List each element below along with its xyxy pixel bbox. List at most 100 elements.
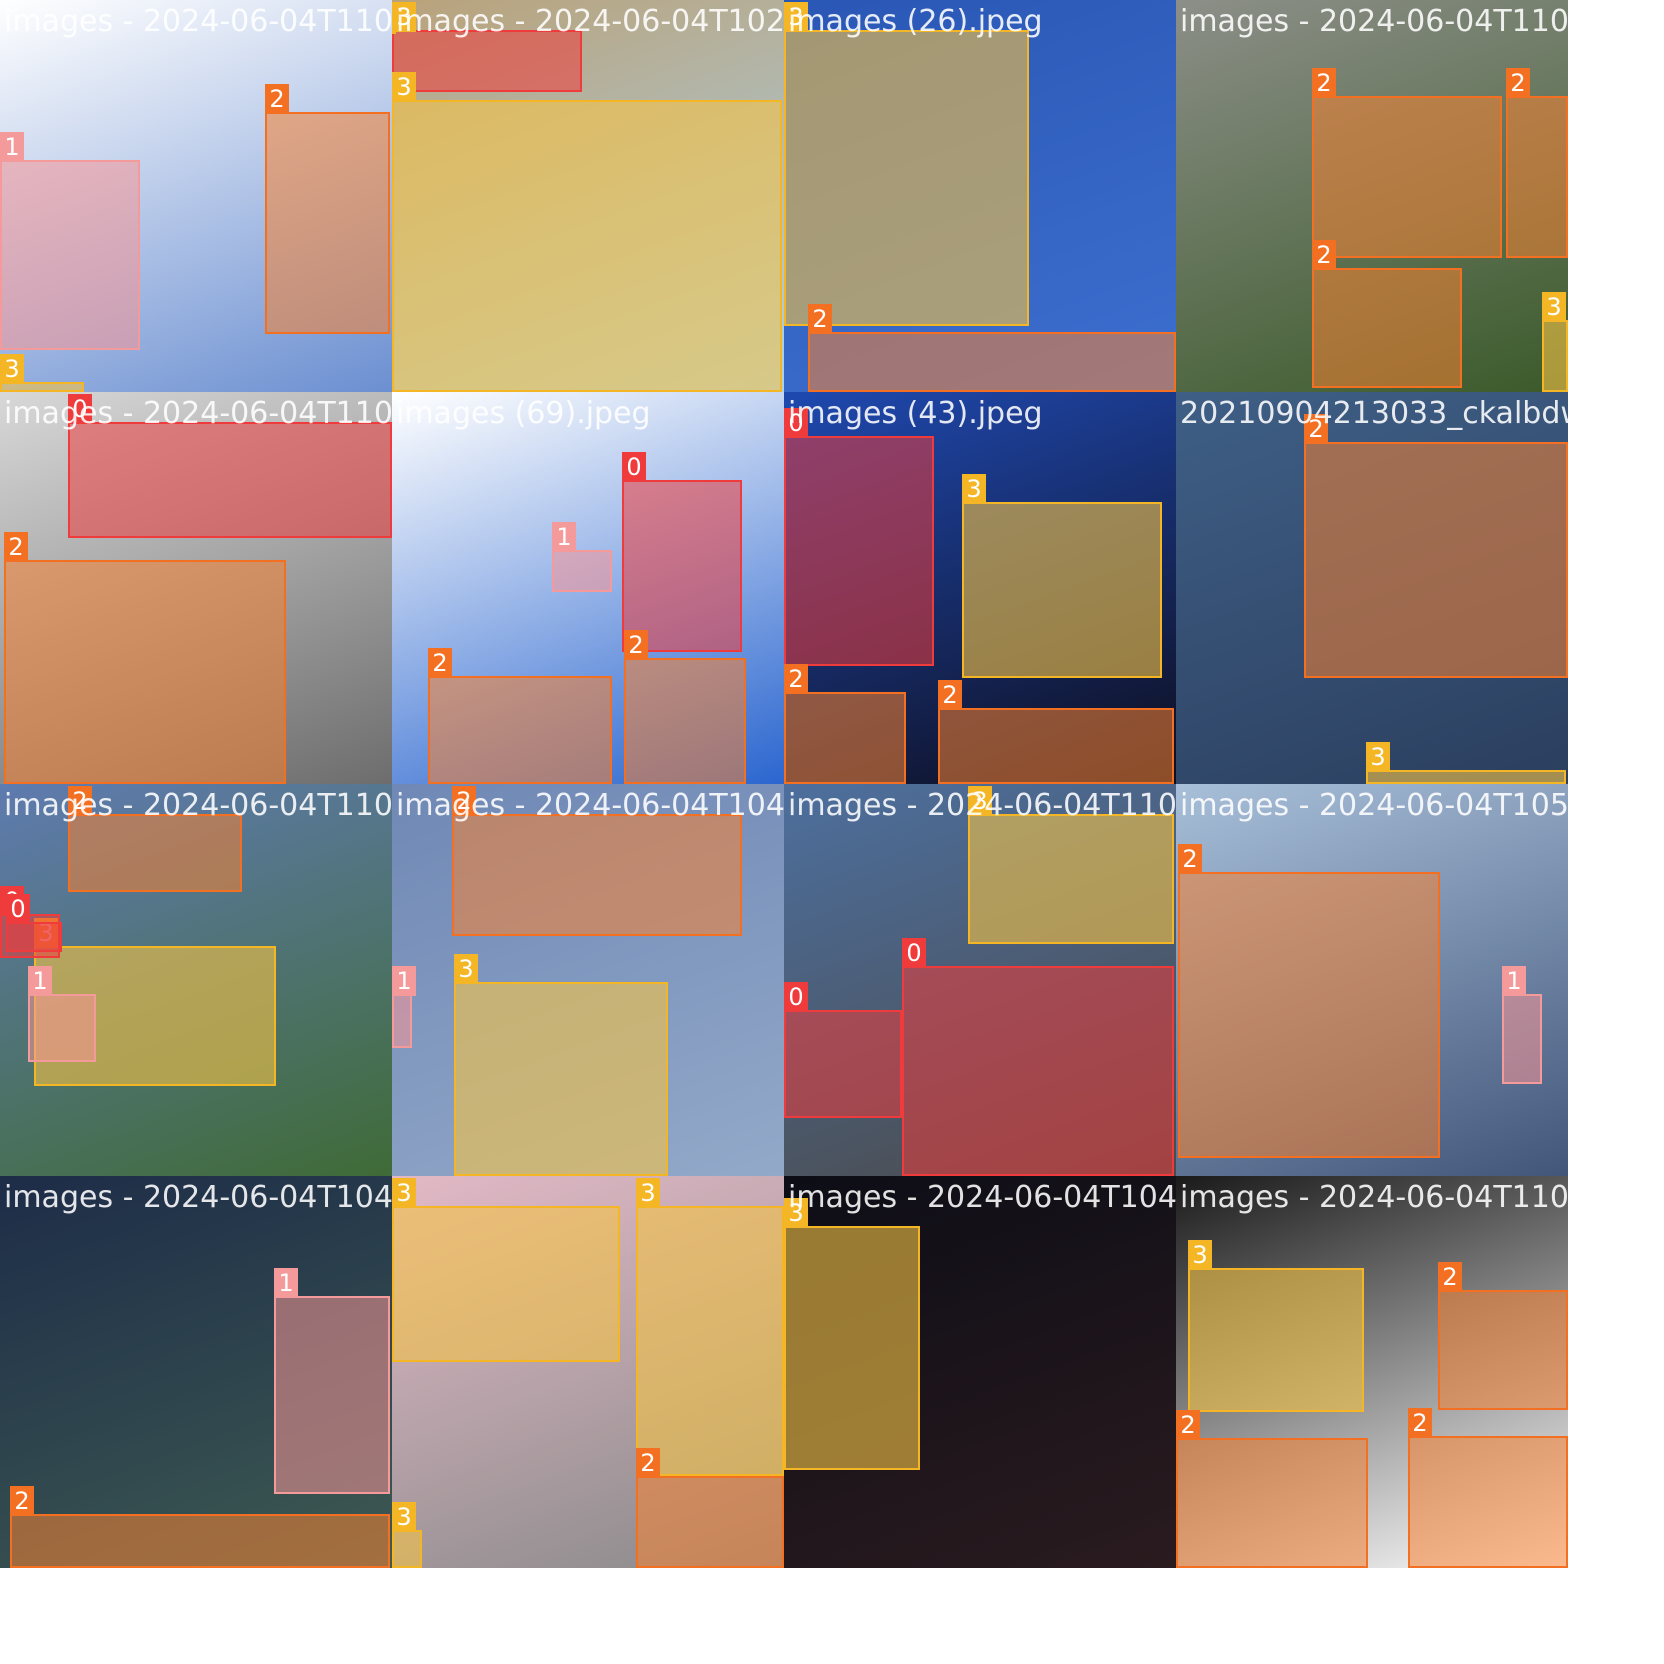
detection-box: 0 <box>622 452 742 652</box>
class-label: 3 <box>636 1178 660 1208</box>
mosaic-grid: images - 2024-06-04T110141232images - 20… <box>0 0 1664 1664</box>
mosaic-tile: images - 2024-06-04T10415 2 3 1 <box>392 784 784 1176</box>
class-label: 2 <box>1312 240 1336 270</box>
detection-box: 2 <box>265 84 390 334</box>
detection-box: 0 <box>902 938 1174 1176</box>
detection-box: 3 <box>454 954 668 1176</box>
class-label: 0 <box>902 938 926 968</box>
class-label: 2 <box>1176 1410 1200 1440</box>
detection-box: 2 <box>10 1486 390 1568</box>
class-label: 2 <box>1438 1262 1462 1292</box>
mosaic-tile: images - 2024-06-04T1101422232 <box>1176 0 1568 392</box>
class-label: 3 <box>0 354 24 384</box>
class-label: 3 <box>1542 292 1566 322</box>
mosaic-tile: images - 2024-06-04T11014 6.314.jpeg300 <box>784 784 1176 1176</box>
mosaic-tile: images - 2024-06-04T10415 4.729.jpeg3 <box>784 1176 1176 1568</box>
detection-box: 2 <box>624 630 746 784</box>
mosaic-tile: images - 2024-06-04T110141232 <box>0 0 392 392</box>
class-label: 2 <box>636 1448 660 1478</box>
mosaic-tile: images - 2024-06-04T10503 2 1 <box>1176 784 1568 1176</box>
class-label: 2 <box>938 680 962 710</box>
class-label: 0 <box>622 452 646 482</box>
detection-box: 2 <box>68 786 242 892</box>
detection-box: 3 <box>1366 742 1566 784</box>
class-label: 2 <box>1304 414 1328 444</box>
mosaic-tile: images - 2024-06-04T10211 (5).jpeg033 <box>392 0 784 392</box>
detection-box: 3 <box>392 1178 620 1362</box>
class-label: 1 <box>0 132 24 162</box>
detection-box: 1 <box>0 132 140 350</box>
class-label: 2 <box>1178 844 1202 874</box>
class-label: 3 <box>392 72 416 102</box>
detection-box: 2 <box>1304 414 1568 678</box>
detection-box: 1 <box>392 966 416 1048</box>
detection-box: 3 <box>1188 1240 1364 1412</box>
detection-box: 2 <box>1438 1262 1568 1410</box>
class-label: 0 <box>784 982 808 1012</box>
class-label: 2 <box>1408 1408 1432 1438</box>
mosaic-tile: 20210904213033_ckalbdwh 2 3 <box>1176 392 1568 784</box>
class-label: 0 <box>784 408 808 438</box>
detection-box: 3 <box>968 786 1174 944</box>
detection-box: 2 <box>1408 1408 1568 1568</box>
detection-box: 2 <box>4 532 286 784</box>
mosaic-tile: images (43).jpeg032232 <box>784 392 1176 784</box>
detection-box: 3 <box>962 474 1162 678</box>
class-label: 1 <box>274 1268 298 1298</box>
class-label: 2 <box>10 1486 34 1516</box>
class-label: 0 <box>68 394 92 424</box>
class-label: 3 <box>392 2 416 32</box>
class-label: 2 <box>1506 68 1530 98</box>
class-label: 3 <box>454 954 478 984</box>
detection-box: 2 <box>1506 68 1568 258</box>
mosaic-tile: images (69).jpeg10222 <box>392 392 784 784</box>
class-label: 2 <box>784 664 808 694</box>
detection-box: 2 <box>1312 240 1462 388</box>
detection-box: 2 <box>1176 1410 1368 1568</box>
class-label: 2 <box>624 630 648 660</box>
detection-box: 0 <box>68 394 392 538</box>
detection-box: 2 <box>808 304 1176 392</box>
class-label: 2 <box>1312 68 1336 98</box>
detection-box: 0 <box>784 408 934 666</box>
class-label: 2 <box>428 648 452 678</box>
mosaic-tile: images - 2024-06-04T11014230013 <box>0 784 392 1176</box>
detection-box: 3 <box>0 354 84 392</box>
detection-box: 2 <box>428 648 612 784</box>
class-label: 1 <box>392 966 416 996</box>
class-label: 2 <box>265 84 289 114</box>
detection-box: 3 <box>392 1502 422 1568</box>
detection-box: 0 <box>784 982 902 1118</box>
detection-box: 3 <box>636 1178 784 1476</box>
detection-box: 2 <box>784 664 906 784</box>
detection-box: 3 <box>392 2 416 34</box>
class-label: 3 <box>968 786 992 816</box>
class-label: 3 <box>392 1502 416 1532</box>
class-label: 1 <box>1502 966 1526 996</box>
class-label: 2 <box>68 786 92 816</box>
class-label: 3 <box>962 474 986 504</box>
class-label: 2 <box>808 304 832 334</box>
class-label: 3 <box>392 1178 416 1208</box>
class-label: 2 <box>4 532 28 562</box>
class-label: 1 <box>552 522 576 552</box>
detection-box: 1 <box>274 1268 390 1494</box>
detection-box: 0 <box>392 2 582 92</box>
class-label: 3 <box>1366 742 1390 772</box>
detection-box: 2 <box>636 1448 784 1568</box>
class-label: 3 <box>784 2 808 32</box>
detection-box: 2 <box>1312 68 1502 258</box>
class-label: 0 <box>6 894 30 924</box>
detection-box: 3 <box>1542 292 1568 392</box>
mosaic-tile: 3 3 2 3 <box>392 1176 784 1568</box>
class-label: 3 <box>784 1198 808 1228</box>
class-label: 1 <box>28 966 52 996</box>
detection-box: 1 <box>28 966 96 1062</box>
detection-box: 3 <box>784 2 1029 326</box>
detection-box: 2 <box>1178 844 1440 1158</box>
detection-box: 2 <box>452 786 742 936</box>
detection-box: 0 <box>6 894 62 952</box>
mosaic-tile: images - 2024-06-04T10415 1 2 <box>0 1176 392 1568</box>
mosaic-tile: images (26).jpeg 3 2 <box>784 0 1176 392</box>
class-label: 3 <box>1188 1240 1212 1270</box>
